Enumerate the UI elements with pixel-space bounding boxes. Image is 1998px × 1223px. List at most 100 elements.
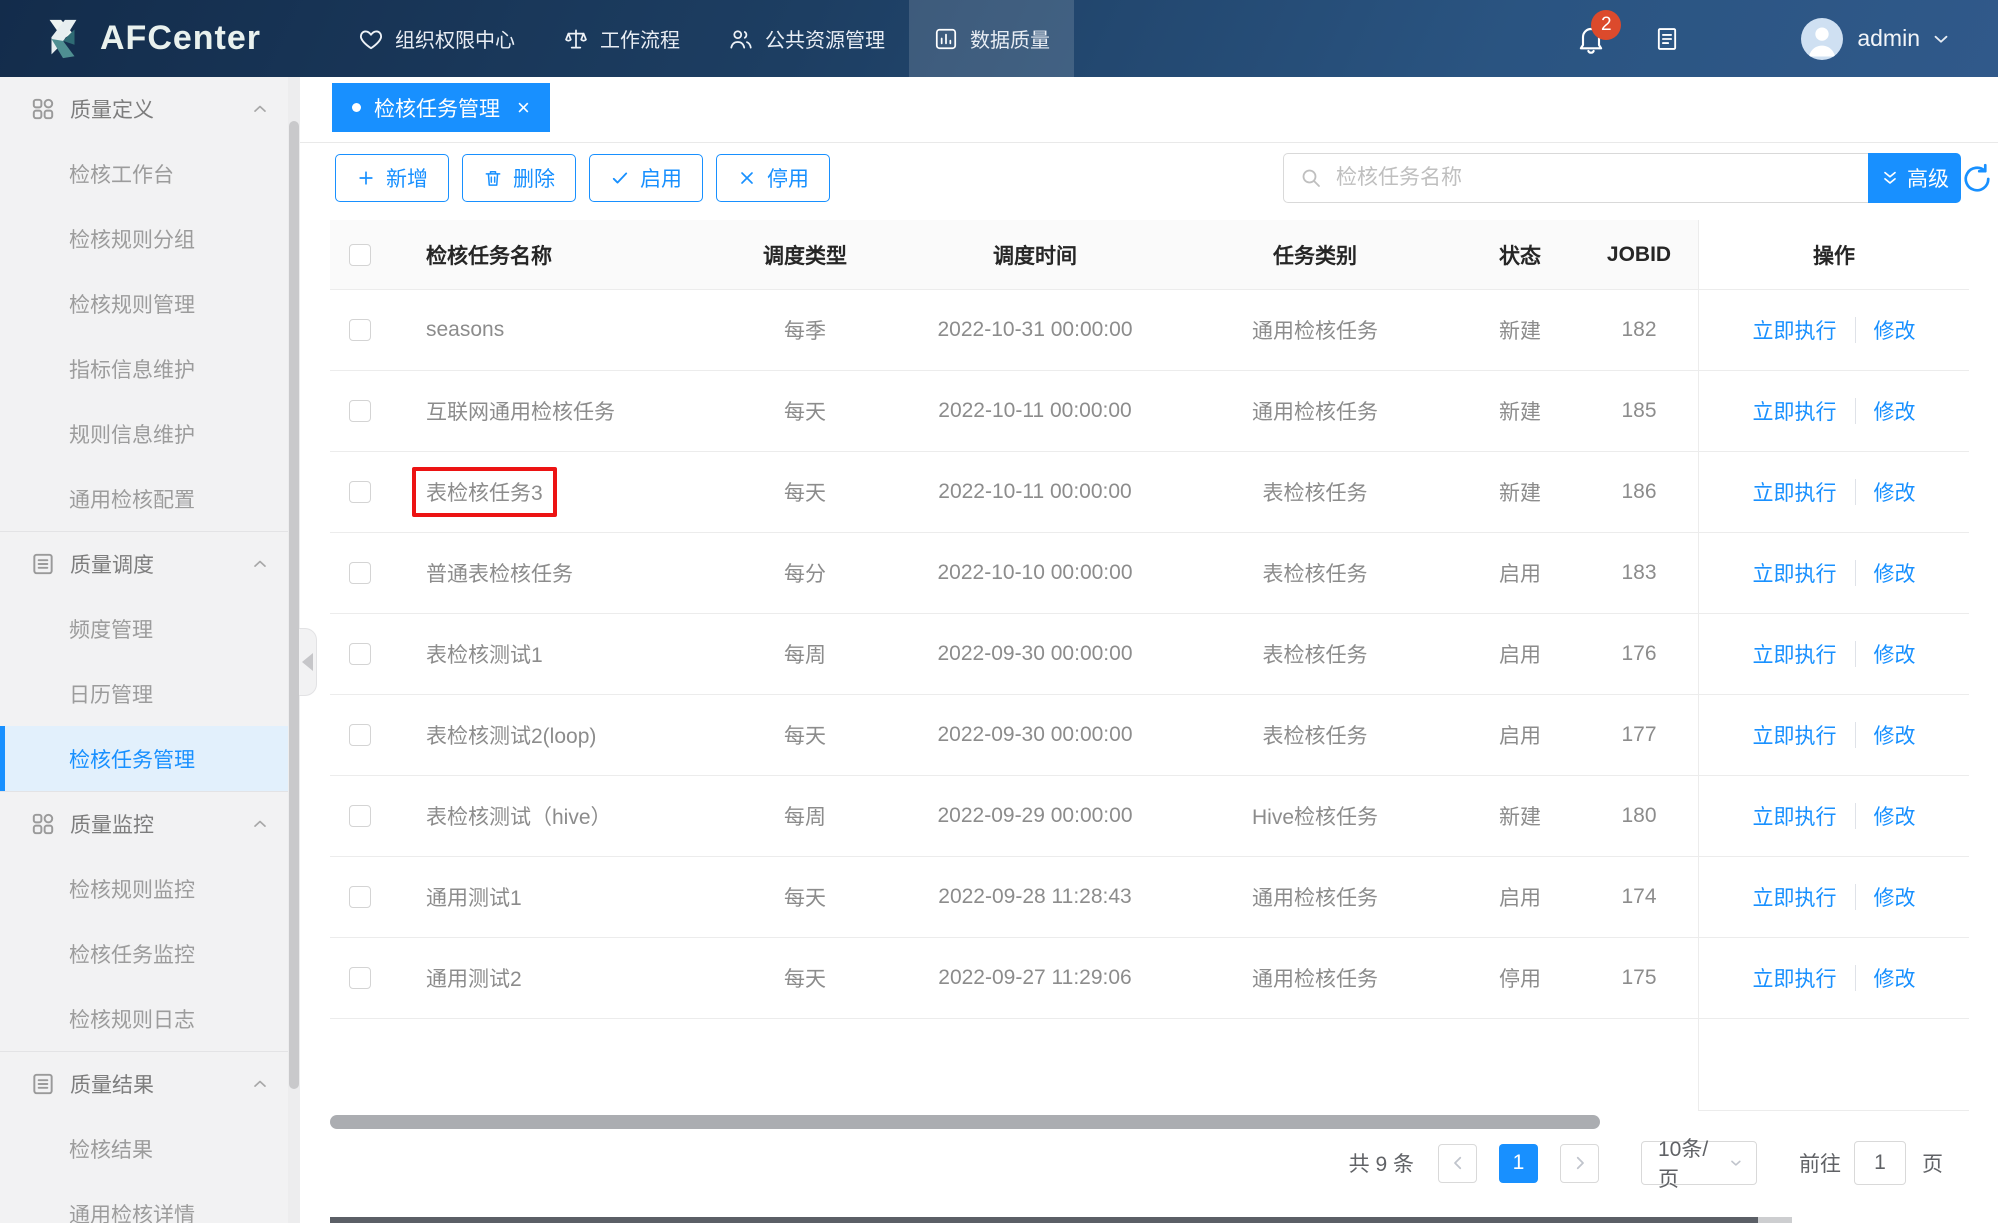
row-checkbox[interactable] [349, 562, 371, 584]
sidebar-group[interactable]: 质量调度 [0, 532, 300, 596]
chevron-down-icon[interactable] [1930, 28, 1952, 50]
schedule-type-cell: 每天 [710, 857, 900, 937]
row-checkbox[interactable] [349, 886, 371, 908]
check-icon [610, 168, 630, 188]
tab-check-task-management[interactable]: 检核任务管理 × [332, 83, 550, 132]
notifications-button[interactable]: 2 [1575, 23, 1607, 55]
disable-button[interactable]: 停用 [716, 154, 830, 202]
nav-item-org-permission[interactable]: 组织权限中心 [334, 0, 539, 77]
column-header: 操作 [1698, 220, 1969, 289]
advanced-search-button[interactable]: 高级 [1868, 153, 1961, 203]
page-size-select[interactable]: 10条/页 [1641, 1141, 1757, 1185]
execute-now-link[interactable]: 立即执行 [1753, 801, 1837, 831]
edit-link[interactable]: 修改 [1874, 477, 1916, 507]
edit-link[interactable]: 修改 [1874, 558, 1916, 588]
sidebar-item[interactable]: 检核任务监控 [0, 921, 300, 986]
sidebar-item[interactable]: 检核规则分组 [0, 206, 300, 271]
task-name-cell: 表检核任务3 [390, 452, 710, 532]
edit-link[interactable]: 修改 [1874, 639, 1916, 669]
edit-link[interactable]: 修改 [1874, 315, 1916, 345]
sidebar-item[interactable]: 检核规则管理 [0, 271, 300, 336]
sidebar-item[interactable]: 日历管理 [0, 661, 300, 726]
task-category-cell: 表检核任务 [1170, 695, 1460, 775]
edit-link[interactable]: 修改 [1874, 801, 1916, 831]
refresh-icon[interactable] [1959, 161, 1995, 197]
sidebar-item[interactable]: 通用检核详情 [0, 1181, 300, 1223]
execute-now-link[interactable]: 立即执行 [1753, 720, 1837, 750]
row-checkbox[interactable] [349, 400, 371, 422]
horizontal-scrollbar-thumb[interactable] [330, 1115, 1600, 1129]
delete-button[interactable]: 删除 [462, 154, 576, 202]
row-checkbox[interactable] [349, 643, 371, 665]
avatar[interactable] [1801, 18, 1843, 60]
task-name-cell: 表检核测试（hive） [390, 776, 710, 856]
sidebar-group[interactable]: 质量监控 [0, 792, 300, 856]
table-row: 互联网通用检核任务每天2022-10-11 00:00:00通用检核任务新建18… [330, 371, 1969, 452]
column-header: 任务类别 [1170, 220, 1460, 289]
nav-item-public-resources[interactable]: 公共资源管理 [704, 0, 909, 77]
execute-now-link[interactable]: 立即执行 [1753, 396, 1837, 426]
sidebar-item[interactable]: 检核工作台 [0, 141, 300, 206]
document-icon [1653, 25, 1681, 53]
row-checkbox[interactable] [349, 967, 371, 989]
search-input[interactable] [1283, 153, 1868, 203]
actions-cell: 立即执行 修改 [1698, 938, 1969, 1018]
plus-icon [356, 168, 376, 188]
edit-link[interactable]: 修改 [1874, 963, 1916, 993]
sidebar-collapse-handle[interactable] [299, 628, 317, 696]
row-checkbox[interactable] [349, 724, 371, 746]
window-scrollbar-track [1758, 1217, 1792, 1223]
search-group: 高级 [1283, 153, 1961, 203]
sidebar-item[interactable]: 检核任务管理 [0, 726, 300, 791]
enable-button[interactable]: 启用 [589, 154, 703, 202]
schedule-time-cell: 2022-09-27 11:29:06 [900, 938, 1170, 1018]
edit-link[interactable]: 修改 [1874, 882, 1916, 912]
sidebar-group-label: 质量定义 [70, 94, 154, 124]
goto-page-input[interactable] [1854, 1141, 1906, 1185]
current-page-button[interactable]: 1 [1499, 1144, 1538, 1183]
username[interactable]: admin [1857, 25, 1920, 52]
row-checkbox[interactable] [349, 319, 371, 341]
nav-item-workflow[interactable]: 工作流程 [539, 0, 704, 77]
edit-link[interactable]: 修改 [1874, 396, 1916, 426]
execute-now-link[interactable]: 立即执行 [1753, 963, 1837, 993]
task-category-cell: 表检核任务 [1170, 614, 1460, 694]
execute-now-link[interactable]: 立即执行 [1753, 882, 1837, 912]
execute-now-link[interactable]: 立即执行 [1753, 558, 1837, 588]
sidebar-item[interactable]: 检核规则监控 [0, 856, 300, 921]
execute-now-link[interactable]: 立即执行 [1753, 315, 1837, 345]
actions-cell: 立即执行 修改 [1698, 290, 1969, 370]
status-cell: 新建 [1460, 371, 1580, 451]
sidebar-scrollbar-thumb[interactable] [289, 121, 299, 1089]
prev-page-button[interactable] [1438, 1144, 1477, 1183]
schedule-type-cell: 每天 [710, 452, 900, 532]
select-all-checkbox[interactable] [349, 244, 371, 266]
sidebar-item[interactable]: 通用检核配置 [0, 466, 300, 531]
sidebar-item[interactable]: 指标信息维护 [0, 336, 300, 401]
task-name-cell: 通用测试1 [390, 857, 710, 937]
jobid-cell: 177 [1580, 695, 1698, 775]
window-scrollbar[interactable] [330, 1217, 1758, 1223]
schedule-time-cell: 2022-10-10 00:00:00 [900, 533, 1170, 613]
next-page-button[interactable] [1560, 1144, 1599, 1183]
row-checkbox[interactable] [349, 481, 371, 503]
sidebar-item[interactable]: 检核结果 [0, 1116, 300, 1181]
schedule-type-cell: 每天 [710, 371, 900, 451]
sidebar-group[interactable]: 质量结果 [0, 1052, 300, 1116]
edit-link[interactable]: 修改 [1874, 720, 1916, 750]
execute-now-link[interactable]: 立即执行 [1753, 639, 1837, 669]
tab-close-icon[interactable]: × [517, 97, 530, 119]
sidebar-item[interactable]: 检核规则日志 [0, 986, 300, 1051]
sidebar-item[interactable]: 规则信息维护 [0, 401, 300, 466]
add-button[interactable]: 新增 [335, 154, 449, 202]
main-content: 检核任务管理 × 新增 删除 启用 停用 [300, 77, 1998, 1223]
column-header: 检核任务名称 [390, 220, 710, 289]
execute-now-link[interactable]: 立即执行 [1753, 477, 1837, 507]
schedule-time-cell: 2022-09-30 00:00:00 [900, 695, 1170, 775]
sidebar-item[interactable]: 频度管理 [0, 596, 300, 661]
sidebar-group[interactable]: 质量定义 [0, 77, 300, 141]
row-checkbox[interactable] [349, 805, 371, 827]
document-button[interactable] [1653, 25, 1681, 53]
grid-icon [30, 811, 56, 837]
nav-item-data-quality[interactable]: 数据质量 [909, 0, 1074, 77]
